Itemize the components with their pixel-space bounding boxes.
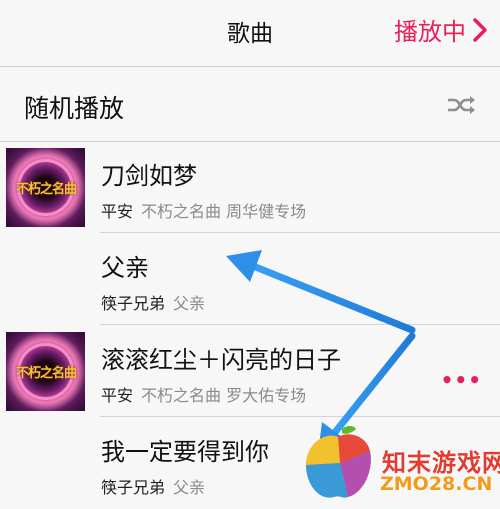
song-artist: 平安 — [101, 202, 134, 221]
song-artist: 筷子兄弟 — [101, 294, 166, 313]
song-artist: 筷子兄弟 — [101, 478, 166, 497]
more-options-button[interactable]: ••• — [441, 368, 482, 392]
song-meta: 筷子兄弟 父亲 — [101, 474, 205, 498]
album-art: 不朽之名曲 — [6, 148, 85, 227]
song-title: 滚滚红尘＋闪亮的日子 — [101, 346, 341, 374]
song-title: 我一定要得到你 — [101, 438, 269, 466]
watermark-en: ZMO28.CN — [380, 473, 493, 495]
shuffle-icon — [448, 96, 475, 114]
song-album: 不朽之名曲 周华健专场 — [141, 202, 307, 221]
song-title: 刀剑如梦 — [101, 162, 197, 190]
list-item[interactable]: 不朽之名曲 刀剑如梦 平安 不朽之名曲 周华健专场 — [0, 142, 500, 233]
apple-logo-icon — [306, 426, 371, 498]
album-art-text: 不朽之名曲 — [15, 182, 77, 197]
song-artist: 平安 — [101, 386, 134, 405]
song-album: 不朽之名曲 罗大佑专场 — [141, 386, 307, 405]
list-item[interactable]: 父亲 筷子兄弟 父亲 — [0, 234, 500, 325]
watermark: 知末游戏网 ZMO28.CN — [296, 423, 500, 501]
navigation-bar: 歌曲 播放中 — [0, 0, 500, 67]
chevron-right-icon — [473, 17, 487, 42]
album-art: 不朽之名曲 — [6, 332, 85, 411]
song-title: 父亲 — [101, 254, 149, 282]
song-album: 父亲 — [173, 294, 206, 313]
list-item[interactable]: 不朽之名曲 滚滚红尘＋闪亮的日子 平安 不朽之名曲 罗大佑专场 ••• — [0, 326, 500, 417]
song-meta: 平安 不朽之名曲 周华健专场 — [101, 198, 306, 222]
now-playing-label: 播放中 — [394, 18, 466, 46]
song-meta: 平安 不朽之名曲 罗大佑专场 — [101, 382, 306, 406]
shuffle-label: 随机播放 — [24, 94, 125, 123]
shuffle-all-row[interactable]: 随机播放 — [0, 67, 500, 142]
song-album: 父亲 — [173, 478, 206, 497]
song-meta: 筷子兄弟 父亲 — [101, 290, 205, 314]
now-playing-button[interactable]: 播放中 — [394, 12, 488, 47]
album-art-text: 不朽之名曲 — [15, 366, 77, 381]
